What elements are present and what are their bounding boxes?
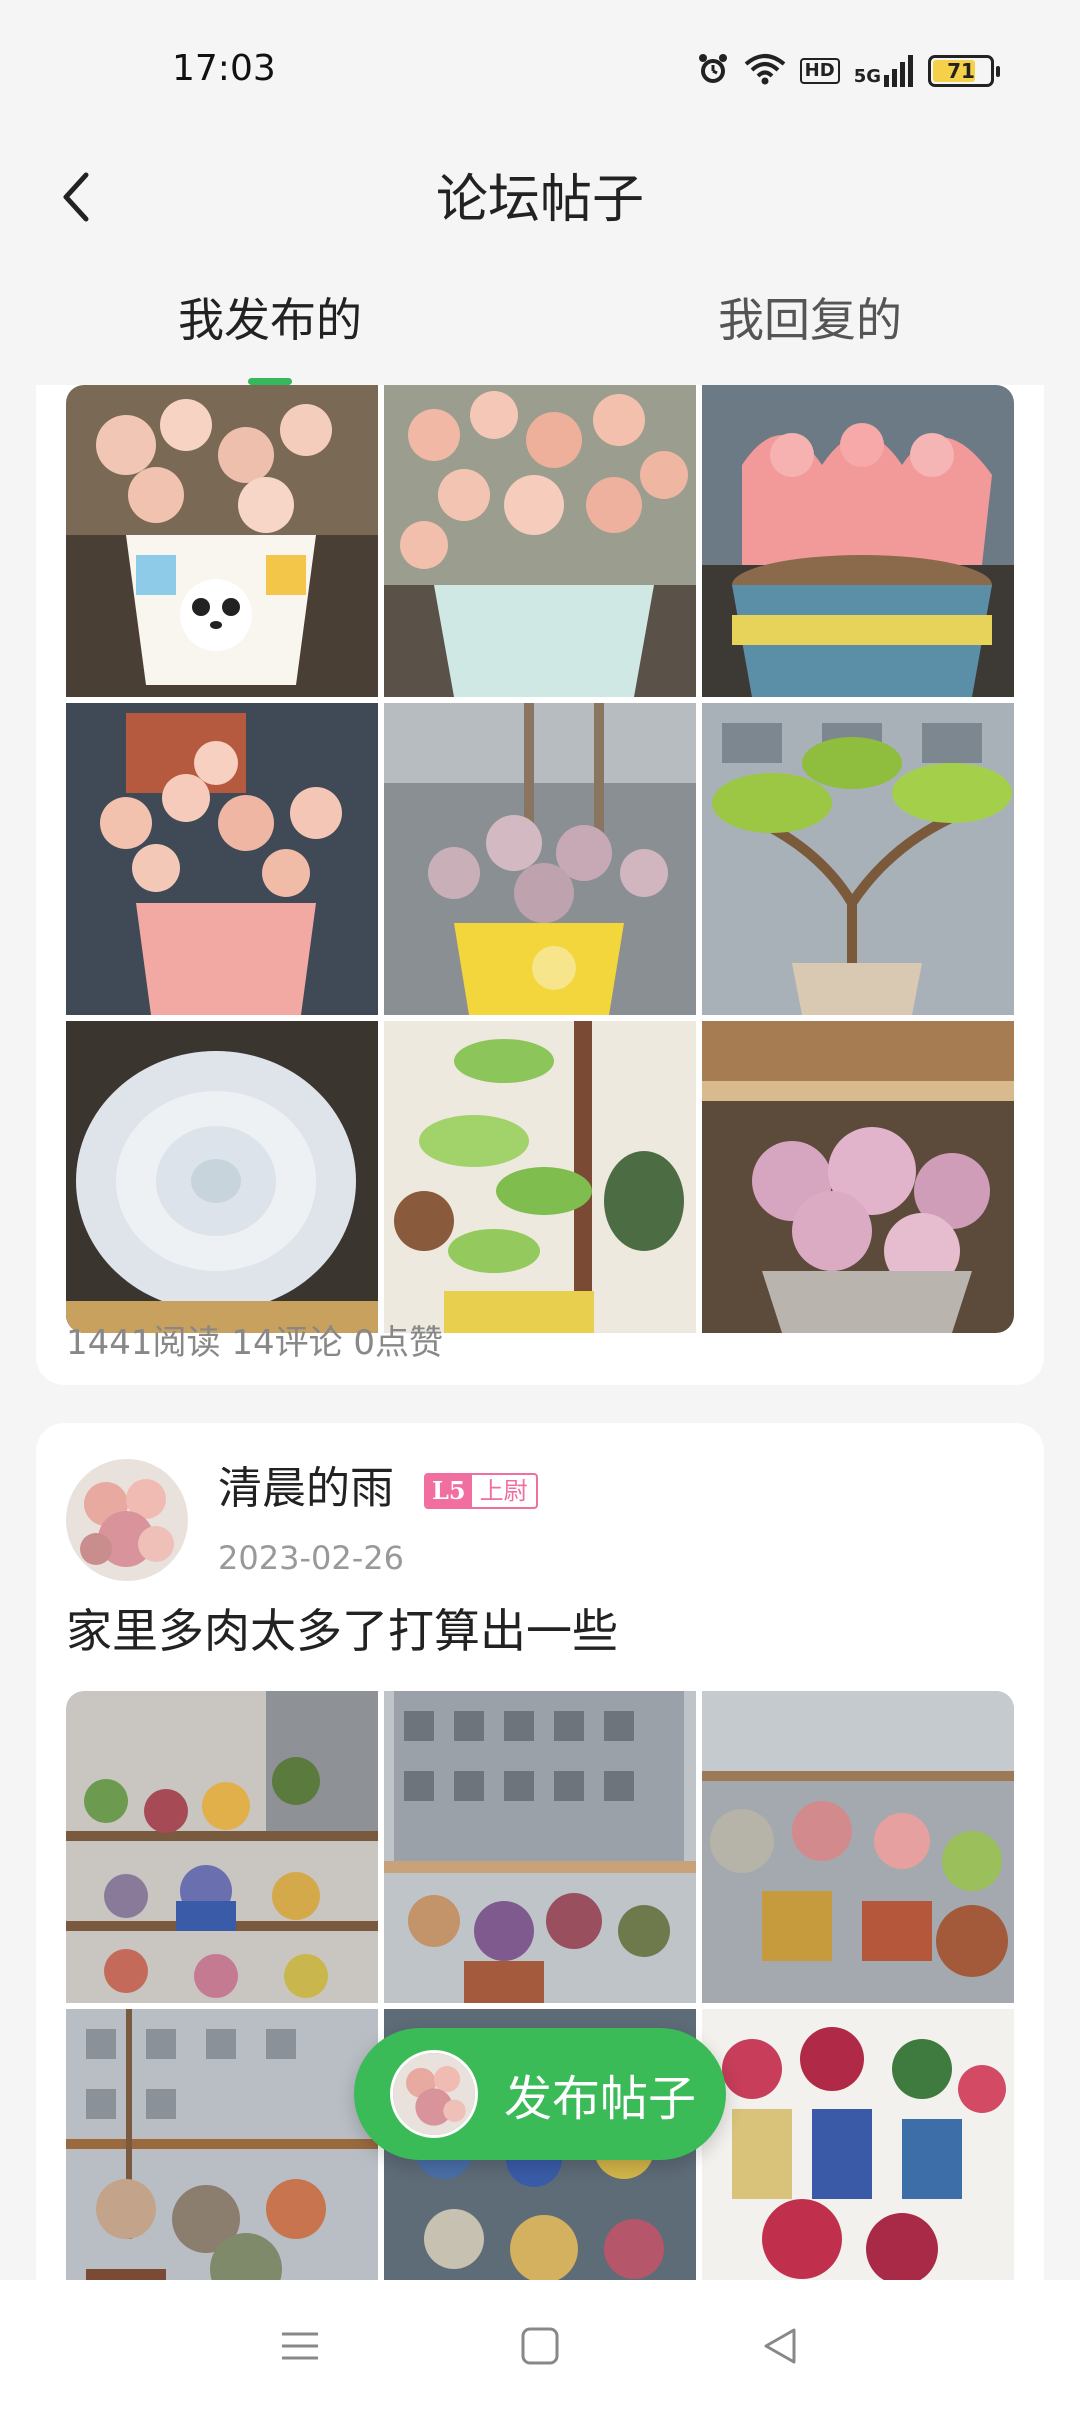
- post-list[interactable]: 1441阅读 14评论 0点赞 清晨的雨 L5 上尉 2023-02-26 家里…: [0, 385, 1080, 2280]
- rank-label: 上尉: [479, 1477, 528, 1505]
- battery-level: 71: [947, 59, 975, 83]
- post-image[interactable]: [702, 1021, 1014, 1333]
- author-name[interactable]: 清晨的雨: [218, 1459, 394, 1519]
- publish-post-label: 发布帖子: [504, 2071, 697, 2127]
- post-image[interactable]: [702, 1691, 1014, 2003]
- post-date: 2023-02-26: [218, 1539, 404, 1577]
- post-image[interactable]: [384, 385, 696, 697]
- tab-my-replies[interactable]: 我回复的: [540, 260, 1080, 385]
- image-grid: [66, 1691, 1014, 2280]
- post-image[interactable]: [66, 385, 378, 697]
- post-card[interactable]: 1441阅读 14评论 0点赞: [36, 385, 1044, 1385]
- post-image[interactable]: [384, 1691, 696, 2003]
- tab-my-posts[interactable]: 我发布的: [0, 260, 540, 385]
- post-image[interactable]: [702, 385, 1014, 697]
- tab-bar: 我发布的 我回复的: [0, 260, 1080, 385]
- status-bar: 17:03 HD 5G 71: [0, 0, 1080, 140]
- tab-active-indicator: [248, 378, 292, 385]
- home-button[interactable]: [500, 2306, 580, 2386]
- author-avatar[interactable]: [66, 1459, 188, 1581]
- image-grid: [66, 385, 1014, 1333]
- tab-label: 我回复的: [718, 293, 902, 347]
- system-nav-bar: [0, 2280, 1080, 2412]
- alarm-icon: [696, 52, 730, 90]
- post-image[interactable]: [66, 703, 378, 1015]
- menu-icon: [282, 2332, 318, 2360]
- home-square-icon: [521, 2327, 559, 2365]
- post-image[interactable]: [66, 1021, 378, 1333]
- level-value: L5: [426, 1475, 472, 1507]
- post-image[interactable]: [384, 1021, 696, 1333]
- battery-icon: 71: [928, 55, 1000, 87]
- hd-icon: HD: [799, 58, 840, 84]
- post-image[interactable]: [702, 703, 1014, 1015]
- network-label: 5G: [853, 66, 881, 87]
- user-avatar: [390, 2050, 478, 2138]
- page-title: 论坛帖子: [435, 170, 644, 230]
- 5g-signal-icon: 5G: [854, 55, 914, 87]
- back-nav-button[interactable]: [740, 2306, 820, 2386]
- status-icons: HD 5G 71: [696, 52, 1000, 90]
- level-badge: L5 上尉: [424, 1473, 538, 1509]
- wifi-icon: [744, 52, 786, 90]
- post-image[interactable]: [66, 2009, 378, 2280]
- status-time: 17:03: [172, 48, 276, 89]
- tab-label: 我发布的: [178, 293, 362, 347]
- post-image[interactable]: [384, 703, 696, 1015]
- menu-button[interactable]: [260, 2306, 340, 2386]
- publish-post-button[interactable]: 发布帖子: [354, 2028, 726, 2160]
- post-image[interactable]: [702, 2009, 1014, 2280]
- post-image[interactable]: [66, 1691, 378, 2003]
- post-title[interactable]: 家里多肉太多了打算出一些: [66, 1591, 618, 1671]
- header: 论坛帖子: [0, 140, 1080, 260]
- post-stats: 1441阅读 14评论 0点赞: [66, 1323, 444, 1363]
- back-triangle-icon: [764, 2328, 796, 2364]
